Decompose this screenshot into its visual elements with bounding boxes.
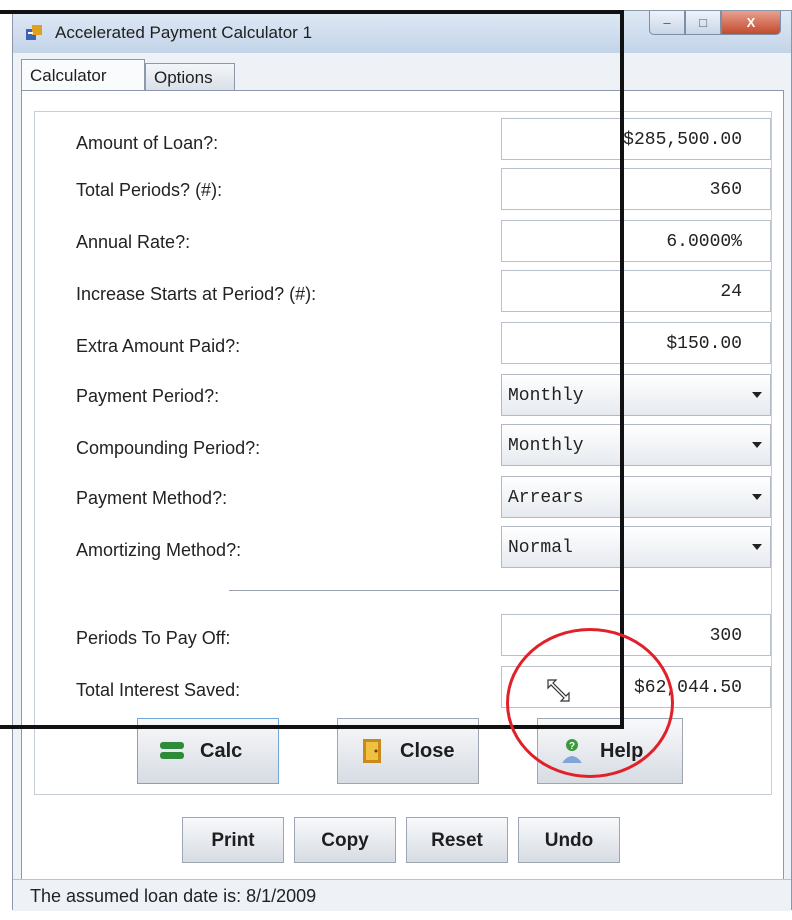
- compounding-period-label: Compounding Period?:: [76, 438, 261, 458]
- chevron-down-icon: [752, 494, 762, 500]
- print-button[interactable]: Print: [182, 817, 284, 863]
- total-interest-saved-label: Total Interest Saved:: [76, 680, 241, 700]
- chevron-down-icon: [752, 392, 762, 398]
- amount-of-loan-input[interactable]: $285,500.00: [501, 118, 771, 160]
- maximize-button[interactable]: □: [685, 11, 721, 35]
- extra-amount-input[interactable]: $150.00: [501, 322, 771, 364]
- close-button[interactable]: Close: [337, 718, 479, 784]
- increase-start-label: Increase Starts at Period? (#):: [76, 284, 317, 304]
- payment-period-value: Monthly: [508, 386, 584, 406]
- periods-to-pay-off-output: 300: [501, 614, 771, 656]
- calculator-window: Accelerated Payment Calculator 1 – □ X C…: [12, 10, 792, 911]
- compounding-period-select[interactable]: Monthly: [501, 424, 771, 466]
- svg-text:?: ?: [569, 741, 575, 752]
- increase-start-input[interactable]: 24: [501, 270, 771, 312]
- tab-calculator[interactable]: Calculator: [21, 59, 145, 91]
- minimize-icon: –: [663, 15, 671, 30]
- extra-amount-label: Extra Amount Paid?:: [76, 336, 241, 356]
- amortizing-method-select[interactable]: Normal: [501, 526, 771, 568]
- amount-of-loan-label: Amount of Loan?:: [76, 133, 218, 154]
- annual-rate-label: Annual Rate?:: [76, 232, 191, 252]
- close-icon: X: [746, 15, 756, 30]
- payment-period-select[interactable]: Monthly: [501, 374, 771, 416]
- title-bar[interactable]: Accelerated Payment Calculator 1 – □ X: [13, 11, 791, 53]
- calc-button-label: Calc: [200, 739, 243, 762]
- calculator-panel: Amount of Loan?: $285,500.00 Total Perio…: [21, 90, 784, 880]
- annual-rate-input[interactable]: 6.0000%: [501, 220, 771, 262]
- close-button-label: Close: [400, 739, 455, 762]
- payment-period-label: Payment Period?:: [76, 386, 220, 406]
- payment-method-label: Payment Method?:: [76, 488, 228, 508]
- amortizing-method-label: Amortizing Method?:: [76, 540, 242, 560]
- help-button-label: Help: [600, 739, 644, 762]
- app-icon: [26, 25, 42, 40]
- status-bar: The assumed loan date is: 8/1/2009: [13, 879, 791, 911]
- chevron-down-icon: [752, 544, 762, 550]
- window-title: Accelerated Payment Calculator 1: [55, 23, 313, 42]
- total-interest-saved-output: $62,044.50: [501, 666, 771, 708]
- calc-button[interactable]: Calc: [137, 718, 279, 784]
- help-button[interactable]: ? Help: [537, 718, 683, 784]
- undo-button[interactable]: Undo: [518, 817, 620, 863]
- tab-options[interactable]: Options: [145, 63, 235, 91]
- amount-of-loan-label-text: Amount of Loan?:: [76, 133, 219, 153]
- calculator-icon: [160, 742, 184, 759]
- input-group: Amount of Loan?: $285,500.00 Total Perio…: [34, 111, 772, 795]
- periods-to-pay-off-label: Periods To Pay Off:: [76, 628, 231, 648]
- reset-button[interactable]: Reset: [406, 817, 508, 863]
- maximize-icon: □: [699, 15, 707, 30]
- status-text: The assumed loan date is: 8/1/2009: [30, 886, 317, 906]
- compounding-period-value: Monthly: [508, 436, 584, 456]
- total-periods-label: Total Periods? (#):: [76, 180, 223, 200]
- copy-button[interactable]: Copy: [294, 817, 396, 863]
- payment-method-select[interactable]: Arrears: [501, 476, 771, 518]
- payment-method-value: Arrears: [508, 488, 584, 508]
- total-periods-input[interactable]: 360: [501, 168, 771, 210]
- close-window-button[interactable]: X: [721, 11, 781, 35]
- door-icon: [363, 739, 381, 763]
- minimize-button[interactable]: –: [649, 11, 685, 35]
- amortizing-method-value: Normal: [508, 538, 573, 558]
- separator: [229, 590, 619, 591]
- chevron-down-icon: [752, 442, 762, 448]
- help-person-icon: ?: [562, 739, 582, 763]
